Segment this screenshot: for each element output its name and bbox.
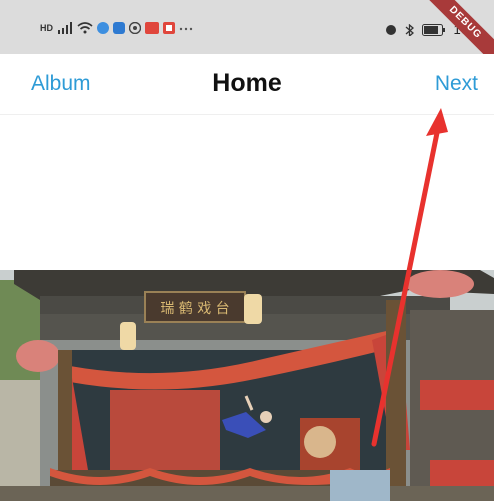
wifi-icon — [77, 22, 93, 34]
battery-icon — [421, 23, 445, 36]
lantern — [120, 322, 136, 350]
next-button[interactable]: Next — [435, 72, 478, 96]
navigation-bar: Album Home Next — [0, 54, 494, 115]
red-lantern — [16, 340, 60, 372]
app-notification-icon — [129, 22, 141, 34]
app-notification-icon — [97, 22, 109, 34]
red-lantern — [406, 270, 474, 298]
bluetooth-icon — [405, 23, 414, 36]
plaque-text: 瑞 鹤 戏 台 — [160, 301, 229, 317]
opera-stage-photo: 瑞 鹤 戏 台 — [0, 270, 494, 501]
lantern — [244, 294, 262, 324]
status-bar: HD 16 DEBUG — [0, 0, 494, 54]
page-title: Home — [212, 69, 282, 97]
more-notifications-icon — [179, 27, 193, 31]
app-notification-icon — [113, 22, 125, 34]
app-notification-icon — [163, 22, 175, 34]
alarm-icon — [385, 24, 396, 35]
hd-indicator: HD — [40, 23, 53, 33]
status-icons-left: HD — [40, 22, 193, 34]
app-notification-icon — [145, 22, 159, 34]
cellular-signal-icon — [58, 22, 72, 34]
